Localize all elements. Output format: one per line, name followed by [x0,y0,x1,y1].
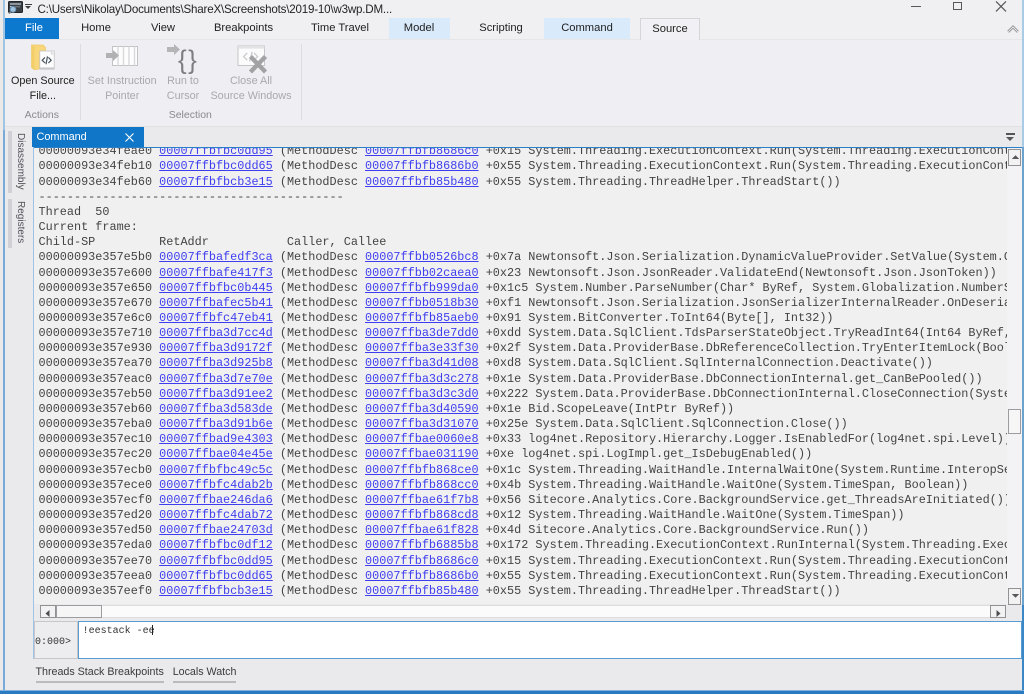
svg-text:{}: {} [178,45,198,75]
